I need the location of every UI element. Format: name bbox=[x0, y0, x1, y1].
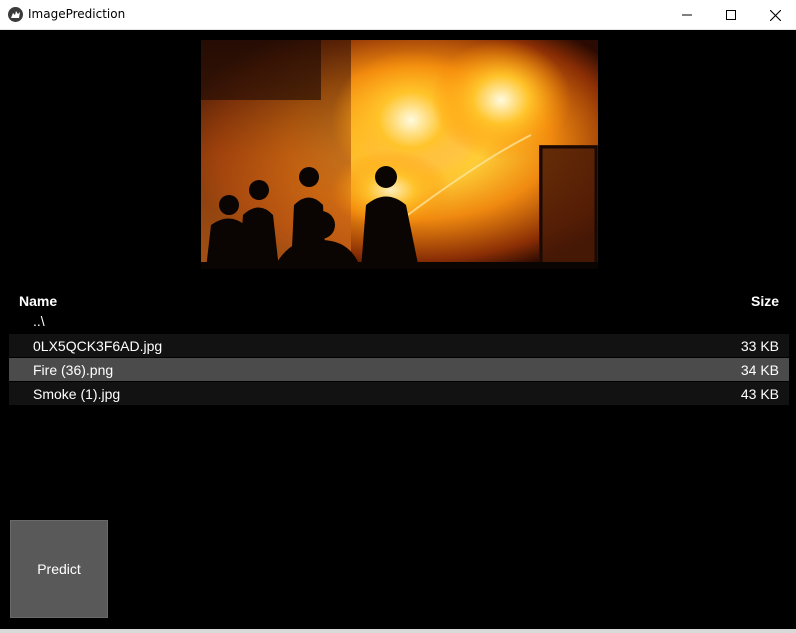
close-button[interactable] bbox=[752, 0, 796, 30]
file-list-header: Name Size bbox=[9, 288, 789, 312]
predict-button[interactable]: Predict bbox=[10, 520, 108, 618]
parent-directory-item[interactable]: ..\ bbox=[9, 312, 789, 332]
file-name: Smoke (1).jpg bbox=[33, 386, 121, 402]
kivy-logo-icon bbox=[8, 7, 23, 22]
parent-directory-label: ..\ bbox=[33, 313, 45, 329]
window-title: ImagePrediction bbox=[28, 7, 126, 21]
file-row[interactable]: 0LX5QCK3F6AD.jpg 33 KB bbox=[9, 334, 789, 357]
file-name: 0LX5QCK3F6AD.jpg bbox=[33, 338, 163, 354]
column-header-name[interactable]: Name bbox=[19, 293, 57, 309]
column-header-size[interactable]: Size bbox=[751, 293, 779, 309]
title-bar: ImagePrediction bbox=[0, 0, 796, 30]
minimize-icon bbox=[682, 14, 692, 16]
minimize-button[interactable] bbox=[664, 0, 710, 30]
window-bottom-border bbox=[0, 629, 796, 633]
file-size: 43 KB bbox=[740, 386, 779, 402]
fire-photo-image bbox=[201, 40, 598, 269]
maximize-icon bbox=[726, 10, 736, 20]
close-icon bbox=[769, 9, 781, 21]
file-row[interactable]: Smoke (1).jpg 43 KB bbox=[9, 382, 789, 405]
file-size: 34 KB bbox=[740, 362, 779, 378]
file-size: 33 KB bbox=[740, 338, 779, 354]
file-row-selected[interactable]: Fire (36).png 34 KB bbox=[9, 358, 789, 381]
image-preview bbox=[201, 40, 598, 269]
maximize-button[interactable] bbox=[708, 0, 754, 30]
file-name: Fire (36).png bbox=[33, 362, 114, 378]
